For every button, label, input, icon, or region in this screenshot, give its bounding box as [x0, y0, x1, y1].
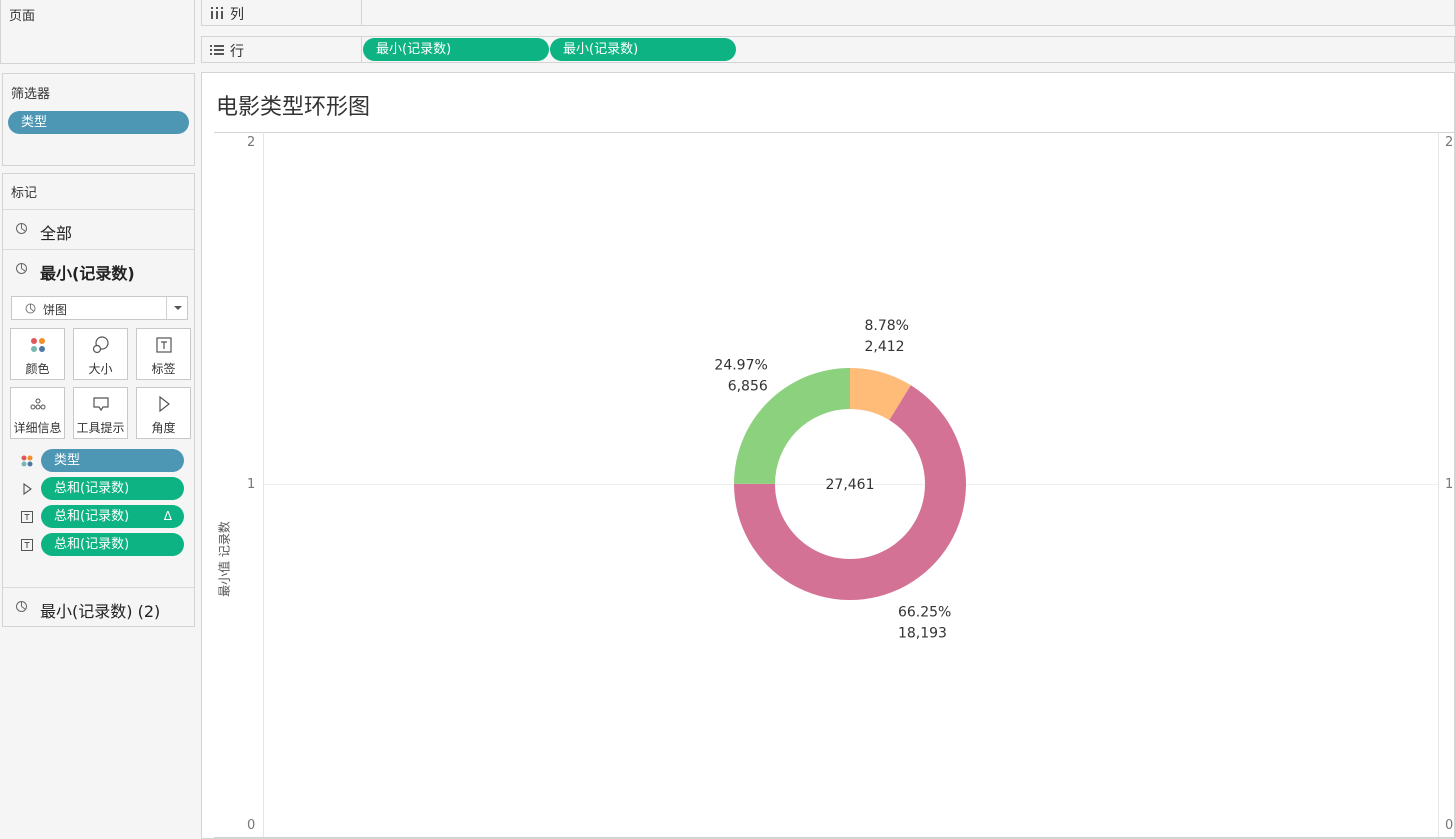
field-row-color: 类型 [3, 448, 194, 474]
marks-row-min-count-2[interactable]: 最小(记录数) (2) [3, 587, 194, 627]
y-tick-left: 0 [247, 818, 256, 833]
pie-icon [16, 601, 27, 612]
rows-icon [210, 45, 224, 55]
y-tick-right: 0 [1445, 818, 1454, 833]
y-tick-left: 2 [247, 135, 256, 150]
filters-title: 筛选器 [11, 87, 51, 102]
y-tick-left: 1 [247, 477, 256, 492]
donut-total-label: 27,461 [826, 477, 875, 493]
angle-label: 角度 [151, 421, 176, 435]
color-icon [30, 338, 45, 352]
text-label-icon [155, 337, 172, 353]
text-label-icon [21, 511, 33, 523]
size-button[interactable]: 大小 [73, 328, 128, 380]
tooltip-button[interactable]: 工具提示 [73, 387, 128, 439]
delta-icon: Δ [163, 509, 172, 523]
marks-row-all[interactable]: 全部 [3, 209, 194, 249]
angle-icon [23, 482, 32, 496]
slice-value-label: 2,412 [865, 339, 905, 355]
chart-plot: 8.78% 2,412 66.25% 18,193 24.97% 6,856 27,461 [214, 132, 1455, 838]
worksheet-view: 电影类型环形图 最小值 记录数 8.78% 2,412 66.25% 18,193 24… [201, 72, 1455, 839]
shelf-divider [361, 37, 362, 62]
slice-value-label: 6,856 [728, 379, 768, 395]
color-icon [21, 455, 33, 467]
columns-shelf[interactable]: 列 [201, 0, 1455, 26]
marks-row-min-count[interactable]: 最小(记录数) [3, 249, 194, 289]
dropdown-separator [166, 297, 167, 319]
field-row-label: 总和(记录数) Δ [3, 504, 194, 530]
mark-type-dropdown[interactable]: 饼图 [11, 296, 188, 320]
angle-icon [158, 395, 170, 413]
columns-label: 列 [230, 7, 244, 23]
marks-row-label: 最小(记录数) (2) [40, 602, 161, 621]
tooltip-label: 工具提示 [76, 421, 125, 435]
detail-button[interactable]: 详细信息 [10, 387, 65, 439]
columns-icon [211, 7, 223, 19]
field-pill-label: 总和(记录数) [54, 509, 130, 524]
pages-title: 页面 [9, 9, 36, 24]
field-row-label-2: 总和(记录数) [3, 532, 194, 558]
chevron-down-icon[interactable] [174, 306, 182, 310]
marks-row-label: 最小(记录数) [40, 264, 135, 283]
slice-value-label: 18,193 [898, 625, 947, 641]
shelf-divider [361, 0, 362, 25]
slice-percent-label: 24.97% [714, 358, 767, 374]
worksheet-title[interactable]: 电影类型环形图 [216, 89, 370, 121]
size-label: 大小 [88, 362, 113, 376]
tooltip-icon [92, 397, 109, 412]
field-pill-sum-count[interactable]: 总和(记录数) [41, 477, 184, 500]
label-label: 标签 [151, 362, 176, 376]
field-row-angle: 总和(记录数) [3, 476, 194, 502]
y-tick-right: 2 [1445, 135, 1454, 150]
marks-row-label: 全部 [40, 224, 73, 243]
rows-shelf[interactable]: 行 最小(记录数) 最小(记录数) [201, 36, 1455, 63]
pages-card[interactable]: 页面 [0, 0, 195, 64]
rows-label: 行 [230, 44, 244, 60]
color-button[interactable]: 颜色 [10, 328, 65, 380]
pie-icon [25, 303, 36, 314]
pie-icon [16, 263, 27, 274]
slice-percent-label: 66.25% [898, 604, 951, 620]
field-pill-sum-count-percent[interactable]: 总和(记录数) Δ [41, 505, 184, 528]
detail-icon [30, 398, 45, 410]
tableau-workspace: 页面 筛选器 类型 标记 全部 最小(记录数) 饼图 颜色 大小 标签 详细信息… [0, 0, 1455, 839]
text-label-icon [21, 539, 33, 551]
field-pill-sum-count[interactable]: 总和(记录数) [41, 533, 184, 556]
detail-label: 详细信息 [13, 421, 62, 435]
filter-pill-type[interactable]: 类型 [8, 111, 189, 134]
field-pill-type[interactable]: 类型 [41, 449, 184, 472]
size-icon [92, 336, 109, 354]
marks-card: 标记 全部 最小(记录数) 饼图 颜色 大小 标签 详细信息 工具提示 角度 类… [2, 173, 195, 627]
y-tick-right: 1 [1445, 477, 1454, 492]
slice-percent-label: 8.78% [865, 318, 909, 334]
marks-title: 标记 [11, 186, 38, 201]
pie-icon [16, 223, 27, 234]
angle-button[interactable]: 角度 [136, 387, 191, 439]
row-pill-min-count[interactable]: 最小(记录数) [363, 38, 549, 61]
mark-type-label: 饼图 [43, 303, 68, 317]
row-pill-min-count-2[interactable]: 最小(记录数) [550, 38, 736, 61]
filters-card: 筛选器 类型 [2, 73, 195, 166]
color-label: 颜色 [25, 362, 50, 376]
label-button[interactable]: 标签 [136, 328, 191, 380]
